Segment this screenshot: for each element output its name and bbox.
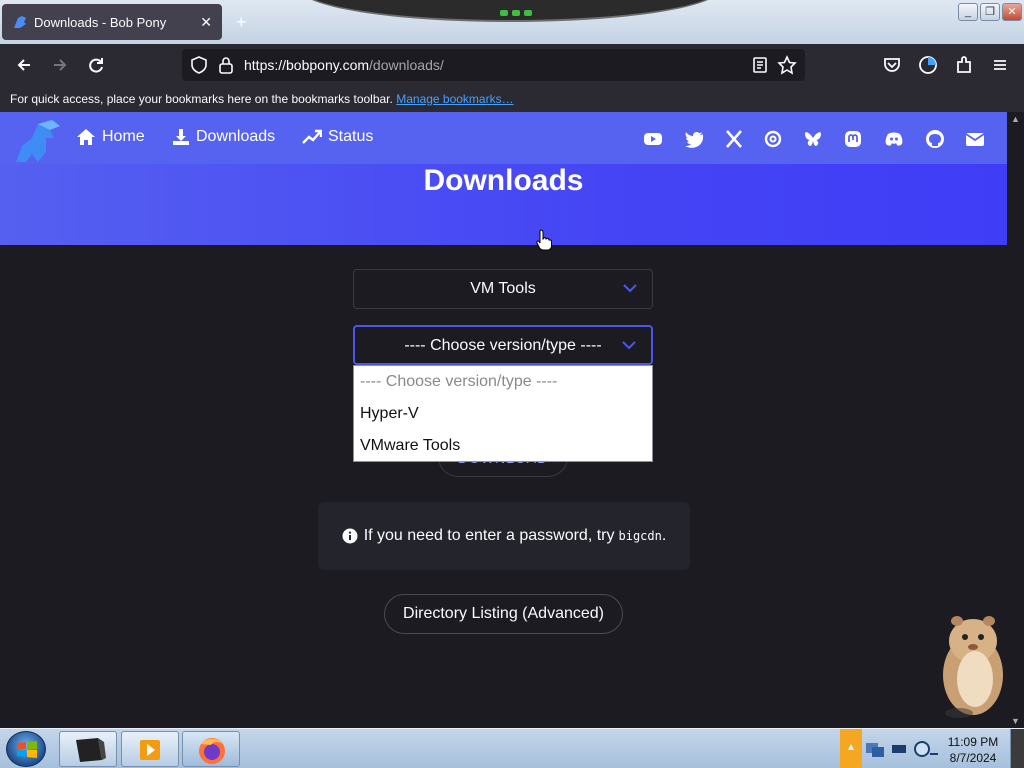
nav-status[interactable]: Status (302, 128, 373, 146)
nav-status-label: Status (328, 128, 374, 145)
dropdown-option-placeholder[interactable]: ---- Choose version/type ---- (354, 366, 652, 398)
tray-app-icon[interactable] (890, 739, 908, 759)
password-notice: If you need to enter a password, try big… (318, 502, 690, 570)
reader-view-icon[interactable] (751, 55, 769, 75)
manage-bookmarks-link[interactable]: Manage bookmarks… (396, 92, 513, 106)
notice-text: If you need to enter a password, try (363, 527, 615, 544)
nav-home[interactable]: Home (76, 128, 145, 146)
hand-cursor-icon (536, 229, 552, 251)
trend-icon (302, 129, 322, 144)
tray-expand-icon[interactable]: ▲ (840, 729, 862, 768)
version-select[interactable]: ---- Choose version/type ---- (353, 325, 653, 365)
category-select[interactable]: VM Tools (353, 269, 653, 309)
site-favicon-icon (14, 16, 26, 28)
version-dropdown-list: ---- Choose version/type ---- Hyper-V VM… (353, 365, 653, 462)
taskbar: ▲ 11:09 PM 8/7/2024 (0, 728, 1024, 768)
discord-icon[interactable] (883, 128, 905, 150)
browser-toolbar: https://bobpony.com/downloads/ (0, 44, 1024, 86)
network-icon[interactable] (864, 739, 886, 759)
forward-icon[interactable] (49, 54, 71, 76)
taskbar-clock[interactable]: 11:09 PM 8/7/2024 (944, 734, 1002, 766)
lock-icon[interactable] (218, 55, 234, 75)
page-scrollbar[interactable]: ▲ ▼ (1007, 112, 1024, 728)
volume-icon[interactable] (912, 739, 940, 759)
desktop-gadget (300, 0, 720, 22)
site-navbar: Home Downloads Status (0, 112, 1007, 164)
minimize-icon[interactable]: _ (958, 3, 978, 21)
tab-title: Downloads - Bob Pony (34, 14, 167, 30)
window-controls: _ ❐ ✕ (958, 3, 1022, 21)
taskbar-app-firefox[interactable] (182, 731, 240, 767)
back-icon[interactable] (13, 54, 35, 76)
window-close-icon[interactable]: ✕ (1002, 3, 1022, 21)
dropdown-option-vmware-tools[interactable]: VMware Tools (354, 430, 652, 462)
twitter-icon[interactable] (683, 128, 705, 150)
bluesky-icon[interactable] (802, 128, 824, 150)
browser-tab[interactable]: Downloads - Bob Pony ✕ (2, 4, 222, 40)
windows-logo-icon (17, 741, 37, 758)
url-text[interactable]: https://bobpony.com/downloads/ (244, 57, 444, 73)
download-icon (173, 129, 189, 145)
version-select-value: ---- Choose version/type ---- (404, 337, 602, 354)
start-button[interactable] (6, 731, 46, 767)
info-icon (342, 528, 358, 544)
chevron-down-icon (622, 341, 636, 350)
taskbar-app-media[interactable] (121, 731, 179, 767)
taskbar-app-terminal[interactable] (59, 731, 117, 767)
mastodon-icon[interactable] (842, 128, 864, 150)
tab-close-icon[interactable]: ✕ (200, 14, 212, 31)
clock-time: 11:09 PM (947, 735, 999, 749)
hamster-image (943, 616, 1003, 718)
menu-icon[interactable] (989, 54, 1011, 76)
bookmarks-hint: For quick access, place your bookmarks h… (10, 92, 393, 106)
scroll-down-icon[interactable]: ▼ (1011, 716, 1020, 726)
bookmarks-toolbar: For quick access, place your bookmarks h… (0, 86, 1024, 112)
scroll-up-icon[interactable]: ▲ (1011, 114, 1020, 124)
dropdown-option-hyper-v[interactable]: Hyper-V (354, 398, 652, 430)
new-tab-icon[interactable]: + (236, 12, 247, 33)
nav-home-label: Home (102, 128, 145, 145)
threads-icon[interactable] (762, 128, 784, 150)
account-icon[interactable] (917, 54, 939, 76)
page-content: Home Downloads Status Downloads VM Tools… (0, 112, 1007, 728)
nav-downloads-label: Downloads (196, 128, 276, 145)
home-icon (77, 129, 95, 145)
tab-strip: Downloads - Bob Pony ✕ + _ ❐ ✕ (0, 0, 1024, 44)
extensions-icon[interactable] (953, 54, 975, 76)
clock-date: 8/7/2024 (949, 751, 997, 765)
shield-icon[interactable] (190, 55, 208, 75)
reload-icon[interactable] (85, 54, 107, 76)
restore-icon[interactable]: ❐ (980, 3, 1000, 21)
category-select-value: VM Tools (470, 280, 536, 297)
mail-icon[interactable] (964, 128, 986, 150)
url-bar[interactable]: https://bobpony.com/downloads/ (182, 49, 805, 81)
page-title: Downloads (423, 164, 584, 197)
pocket-icon[interactable] (881, 54, 903, 76)
youtube-icon[interactable] (642, 128, 664, 150)
chevron-down-icon (623, 284, 637, 293)
firefox-icon (199, 738, 225, 764)
site-logo[interactable] (12, 116, 64, 166)
media-player-icon (140, 740, 160, 760)
terminal-app-icon (76, 738, 106, 762)
github-icon[interactable] (924, 128, 946, 150)
bookmark-star-icon[interactable] (777, 55, 797, 75)
nav-downloads[interactable]: Downloads (172, 128, 275, 146)
notice-code: bigcdn (618, 529, 662, 543)
x-icon[interactable] (723, 128, 745, 150)
directory-listing-button[interactable]: Directory Listing (Advanced) (384, 594, 623, 634)
show-desktop-button[interactable] (1010, 729, 1024, 768)
